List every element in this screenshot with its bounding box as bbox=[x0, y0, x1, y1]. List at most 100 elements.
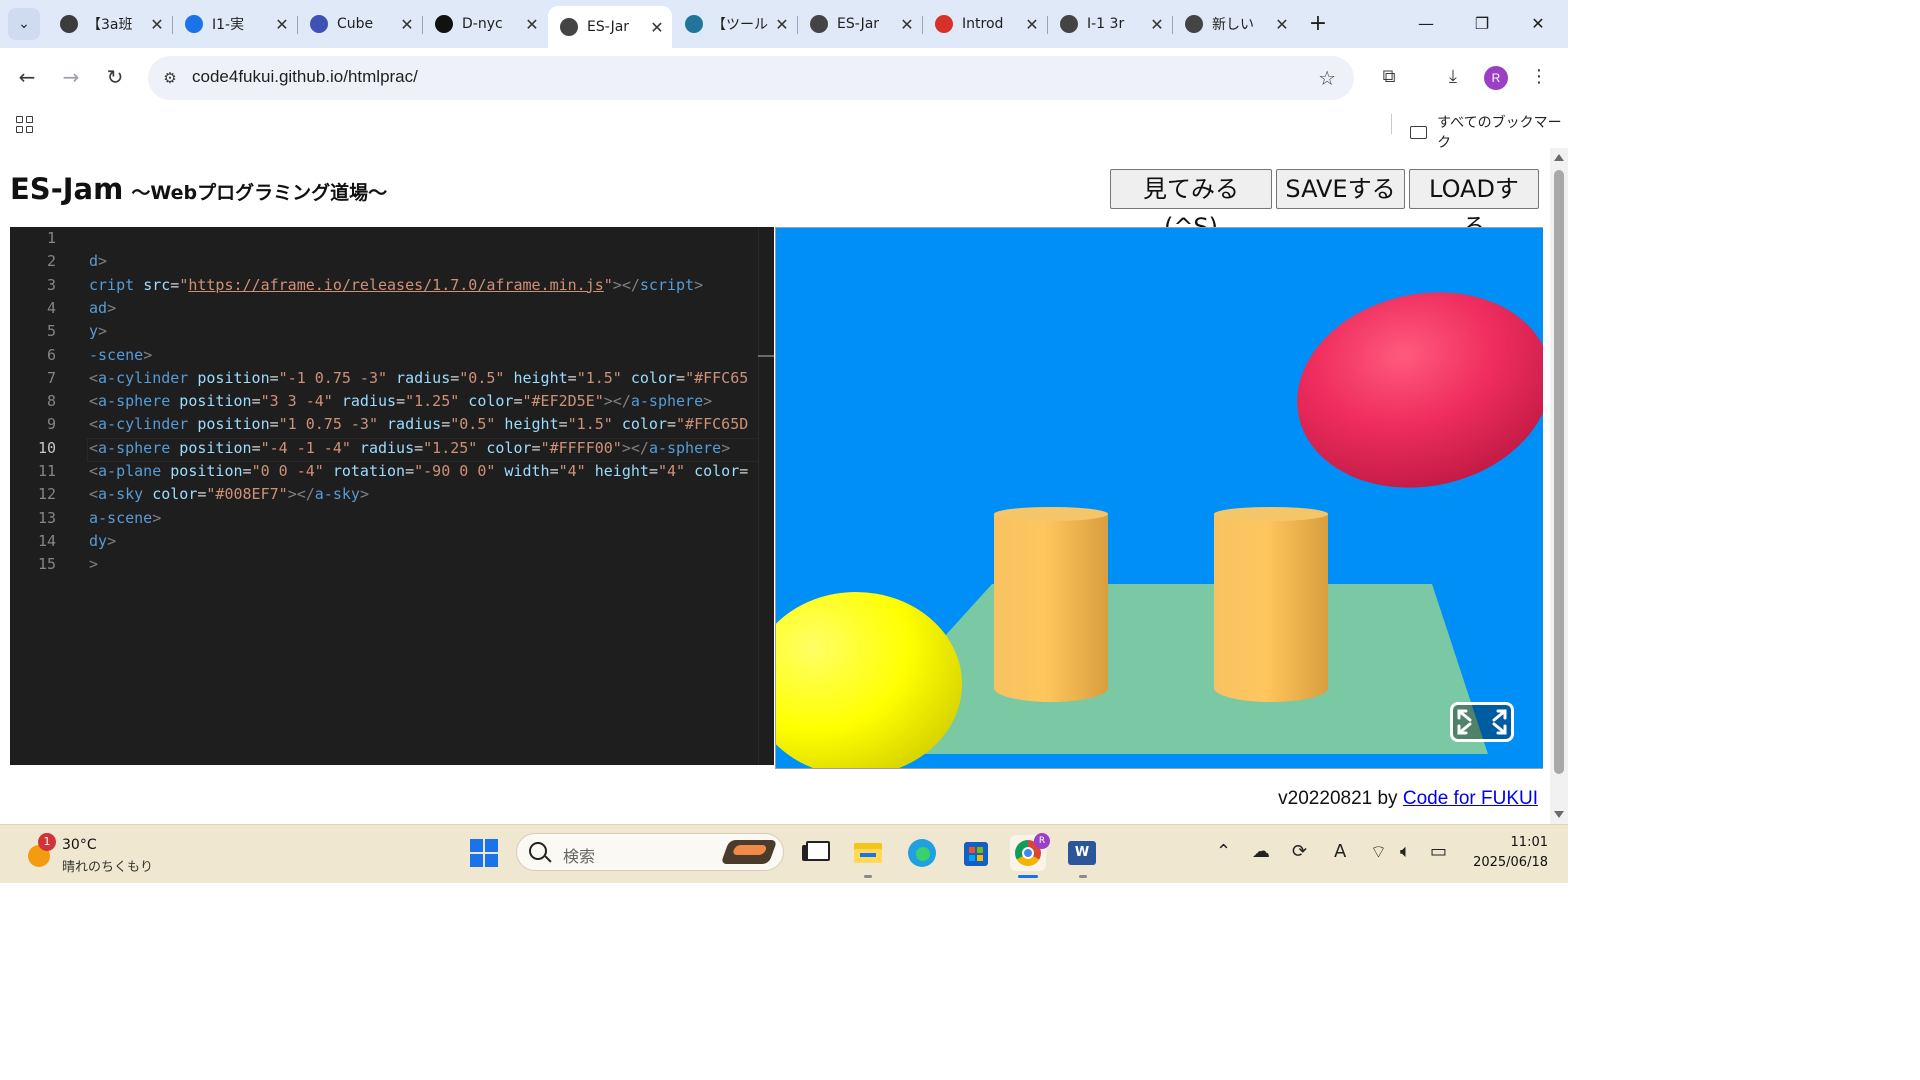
code-line[interactable]: -scene> bbox=[89, 346, 152, 364]
code-token: "#FFC65D bbox=[676, 415, 749, 434]
close-window-button[interactable]: ✕ bbox=[1518, 10, 1558, 38]
url-text[interactable]: code4fukui.github.io/htmlprac/ bbox=[192, 67, 418, 87]
code-token: -scene bbox=[89, 345, 144, 364]
file-explorer-icon[interactable] bbox=[850, 835, 886, 871]
tab-close-icon[interactable]: ✕ bbox=[1273, 15, 1291, 34]
extensions-icon[interactable]: ⧉ bbox=[1374, 62, 1404, 92]
scroll-up-arrow-icon[interactable] bbox=[1554, 154, 1564, 161]
save-button[interactable]: SAVEする bbox=[1276, 169, 1405, 209]
search-placeholder: 検索 bbox=[563, 847, 596, 866]
edge-icon[interactable] bbox=[904, 835, 940, 871]
code-line[interactable]: d> bbox=[89, 252, 107, 270]
tab-title: I-1 3r bbox=[1087, 16, 1125, 32]
code-line[interactable]: <a-plane position="0 0 -4" rotation="-90… bbox=[89, 462, 748, 480]
fullscreen-vr-button[interactable] bbox=[1450, 702, 1514, 742]
code-token: radius bbox=[332, 392, 397, 411]
tab-close-icon[interactable]: ✕ bbox=[773, 15, 791, 34]
preview-button[interactable]: 見てみる (^S) bbox=[1110, 169, 1272, 241]
address-bar[interactable]: ⚙ code4fukui.github.io/htmlprac/ ☆ bbox=[148, 56, 1354, 100]
tab-close-icon[interactable]: ✕ bbox=[1148, 15, 1166, 34]
reload-button[interactable]: ↻ bbox=[100, 62, 130, 92]
code-line[interactable]: cript src="https://aframe.io/releases/1.… bbox=[89, 276, 703, 294]
page-scrollbar[interactable] bbox=[1550, 148, 1568, 824]
download-icon[interactable]: ⤓ bbox=[1438, 62, 1468, 92]
site-info-icon[interactable]: ⚙ bbox=[160, 68, 180, 88]
browser-tab[interactable]: 【3a班 ✕ bbox=[48, 6, 172, 42]
tab-close-icon[interactable]: ✕ bbox=[273, 15, 291, 34]
tab-close-icon[interactable]: ✕ bbox=[148, 15, 166, 34]
browser-tab[interactable]: 【ツール ✕ bbox=[673, 6, 797, 42]
code-line[interactable]: <a-sphere position="-4 -1 -4" radius="1.… bbox=[86, 437, 760, 462]
code-token: " bbox=[179, 275, 189, 294]
bookmark-star-icon[interactable]: ☆ bbox=[1318, 66, 1336, 90]
all-bookmarks-button[interactable]: すべてのブックマーク bbox=[1410, 112, 1568, 152]
code-token: = bbox=[170, 275, 180, 294]
right-cylinder bbox=[1214, 507, 1328, 702]
task-view-icon[interactable] bbox=[796, 835, 832, 871]
system-clock[interactable]: 11:01 2025/06/18 bbox=[1468, 833, 1548, 873]
editor-scroll-marker bbox=[758, 355, 774, 357]
browser-tab[interactable]: I-1 3r ✕ bbox=[1048, 6, 1172, 42]
code-token: a-cylinder bbox=[98, 415, 189, 434]
tab-close-icon[interactable]: ✕ bbox=[898, 15, 916, 34]
back-button[interactable]: ← bbox=[12, 62, 42, 92]
start-button[interactable] bbox=[470, 839, 498, 867]
onedrive-icon[interactable]: ☁ bbox=[1252, 841, 1270, 862]
apps-grid-icon[interactable] bbox=[14, 114, 36, 136]
browser-tab[interactable]: Cube ✕ bbox=[298, 6, 422, 42]
browser-tab[interactable]: ES-Jar ✕ bbox=[548, 6, 672, 48]
wifi-icon[interactable]: ⌔ bbox=[1370, 841, 1387, 864]
code-line[interactable]: <a-sky color="#008EF7"></a-sky> bbox=[89, 485, 369, 503]
code-token: a-plane bbox=[98, 462, 162, 480]
ime-indicator[interactable]: A bbox=[1334, 841, 1346, 862]
more-menu-icon[interactable]: ⋮ bbox=[1524, 62, 1554, 92]
sync-icon[interactable]: ⟳ bbox=[1292, 841, 1307, 862]
minimize-button[interactable]: — bbox=[1406, 10, 1446, 38]
tab-close-icon[interactable]: ✕ bbox=[398, 15, 416, 34]
new-tab-button[interactable]: + bbox=[1306, 10, 1330, 38]
code-line[interactable]: dy> bbox=[89, 532, 116, 550]
forward-button[interactable]: → bbox=[56, 62, 86, 92]
code-line[interactable]: <a-sphere position="3 3 -4" radius="1.25… bbox=[89, 392, 712, 410]
code-line[interactable]: <a-cylinder position="-1 0.75 -3" radius… bbox=[89, 369, 748, 387]
store-icon[interactable] bbox=[958, 835, 994, 871]
editor-overview-ruler bbox=[758, 227, 759, 765]
tab-close-icon[interactable]: ✕ bbox=[648, 18, 666, 37]
profile-avatar[interactable]: R bbox=[1484, 66, 1508, 90]
weather-widget[interactable]: 1 30°C 晴れのちくもり bbox=[24, 833, 164, 875]
chrome-taskbar-icon[interactable]: R bbox=[1010, 833, 1050, 871]
volume-icon[interactable]: 🔈︎ bbox=[1400, 841, 1411, 862]
battery-icon[interactable]: ▭ bbox=[1430, 841, 1447, 862]
restore-button[interactable]: ❐ bbox=[1462, 10, 1502, 38]
bookmarks-bar: すべてのブックマーク bbox=[0, 106, 1568, 152]
code-line[interactable]: ad> bbox=[89, 299, 116, 317]
word-icon[interactable]: W bbox=[1064, 835, 1100, 871]
code-line[interactable]: > bbox=[89, 555, 98, 573]
code-for-fukui-link[interactable]: Code for FUKUI bbox=[1403, 788, 1538, 809]
code-line[interactable]: <a-cylinder position="1 0.75 -3" radius=… bbox=[89, 415, 748, 433]
browser-tab[interactable]: Introd ✕ bbox=[923, 6, 1047, 42]
code-token: > bbox=[107, 531, 117, 550]
code-token: = bbox=[405, 462, 415, 480]
tab-search-button[interactable]: ⌄ bbox=[8, 8, 40, 40]
browser-tab[interactable]: 新しい ✕ bbox=[1173, 6, 1297, 42]
browser-tab[interactable]: D-nyc ✕ bbox=[423, 6, 547, 42]
load-button[interactable]: LOADする bbox=[1409, 169, 1539, 241]
preview-frame[interactable] bbox=[775, 227, 1543, 769]
code-token: = bbox=[676, 368, 686, 387]
scroll-thumb[interactable] bbox=[1554, 170, 1564, 774]
scroll-down-arrow-icon[interactable] bbox=[1554, 811, 1564, 818]
taskbar-search[interactable]: 検索 bbox=[516, 833, 784, 871]
tab-close-icon[interactable]: ✕ bbox=[1023, 15, 1041, 34]
code-editor[interactable]: 1 2 3 4 5 6 7 8 9 10 11 12 13 14 15 d> cript src="https… bbox=[10, 227, 774, 765]
tab-close-icon[interactable]: ✕ bbox=[523, 15, 541, 34]
code-line[interactable]: a-scene> bbox=[89, 509, 161, 527]
browser-tab[interactable]: I1-実 ✕ bbox=[173, 6, 297, 42]
notification-badge: 1 bbox=[38, 833, 56, 851]
code-line[interactable]: y> bbox=[89, 322, 107, 340]
show-hidden-icons-chevron-icon[interactable]: ⌃ bbox=[1216, 841, 1231, 862]
code-token: src bbox=[143, 275, 171, 294]
code-token: color bbox=[612, 415, 667, 434]
browser-tab[interactable]: ES-Jar ✕ bbox=[798, 6, 922, 42]
